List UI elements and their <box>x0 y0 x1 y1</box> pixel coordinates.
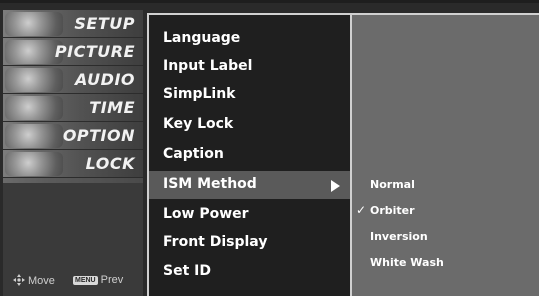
option-thumbnail-icon <box>5 124 63 148</box>
menu-item-label: Low Power <box>163 206 249 222</box>
menu-item-language[interactable]: Language <box>149 25 350 53</box>
submenu-item-label: White Wash <box>370 256 444 269</box>
category-lock[interactable]: LOCK <box>3 150 143 178</box>
menu-item-caption[interactable]: Caption <box>149 141 350 169</box>
category-option[interactable]: OPTION <box>3 122 143 150</box>
audio-thumbnail-icon <box>5 68 63 92</box>
category-label: LOCK <box>85 154 135 173</box>
time-thumbnail-icon <box>5 96 63 120</box>
category-label: PICTURE <box>54 42 135 61</box>
menu-item-set-id[interactable]: Set ID <box>149 258 350 286</box>
menu-item-label: ISM Method <box>163 176 257 192</box>
menu-item-front-display[interactable]: Front Display <box>149 229 350 257</box>
prev-hint: MENU Prev <box>73 274 123 286</box>
move-dpad-icon <box>13 274 25 286</box>
menu-item-label: SimpLink <box>163 86 236 102</box>
lock-thumbnail-icon <box>5 152 63 176</box>
category-label: OPTION <box>62 126 135 145</box>
menu-item-input-label[interactable]: Input Label <box>149 53 350 81</box>
move-hint-label: Move <box>28 275 55 287</box>
menu-item-label: Set ID <box>163 263 211 279</box>
menu-item-ism-method[interactable]: ISM Method <box>149 171 350 199</box>
prev-hint-label: Prev <box>100 274 124 286</box>
category-audio[interactable]: AUDIO <box>3 66 143 94</box>
menu-item-label: Key Lock <box>163 116 234 132</box>
category-setup[interactable]: SETUP <box>3 10 143 38</box>
menu-item-label: Input Label <box>163 58 253 74</box>
checkmark-icon: ✓ <box>356 203 367 217</box>
submenu-item-inversion[interactable]: Inversion <box>352 225 539 249</box>
menu-key-icon: MENU <box>73 276 98 285</box>
move-hint: Move <box>13 274 55 287</box>
category-time[interactable]: TIME <box>3 94 143 122</box>
category-strip: SETUP PICTURE AUDIO TIME OPTION LOCK <box>3 10 143 183</box>
submenu-arrow-icon <box>331 180 340 192</box>
option-menu: Language Input Label SimpLink Key Lock C… <box>147 13 350 296</box>
tv-osd-screen: SETUP PICTURE AUDIO TIME OPTION LOCK Mov… <box>0 0 543 299</box>
setup-thumbnail-icon <box>5 12 63 36</box>
menu-item-low-power[interactable]: Low Power <box>149 201 350 229</box>
menu-item-label: Language <box>163 30 241 46</box>
submenu-item-label: Inversion <box>370 230 428 243</box>
submenu-item-white-wash[interactable]: White Wash <box>352 251 539 275</box>
submenu-item-normal[interactable]: Normal <box>352 173 539 197</box>
menu-item-key-lock[interactable]: Key Lock <box>149 111 350 139</box>
category-sidebar: SETUP PICTURE AUDIO TIME OPTION LOCK Mov… <box>3 10 143 296</box>
submenu-item-label: Orbiter <box>370 204 415 217</box>
category-label: TIME <box>89 98 135 117</box>
category-label: AUDIO <box>75 70 135 89</box>
menu-item-label: Front Display <box>163 234 268 250</box>
submenu-item-label: Normal <box>370 178 415 191</box>
menu-item-label: Caption <box>163 146 224 162</box>
submenu-item-orbiter[interactable]: ✓ Orbiter <box>352 199 539 223</box>
category-label: SETUP <box>74 14 135 33</box>
ism-method-submenu: Normal ✓ Orbiter Inversion White Wash <box>350 13 539 296</box>
menu-item-simplink[interactable]: SimpLink <box>149 81 350 109</box>
navigation-hint-bar: Move MENU Prev <box>3 246 143 296</box>
category-picture[interactable]: PICTURE <box>3 38 143 66</box>
